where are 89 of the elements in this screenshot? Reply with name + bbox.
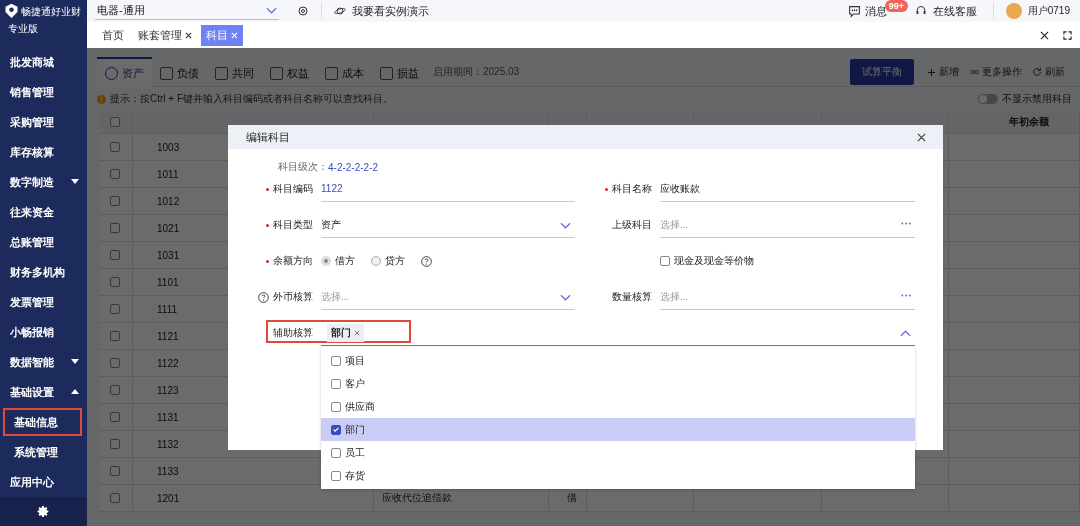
help-icon[interactable]	[421, 255, 432, 267]
field-label: 余额方向	[273, 254, 313, 268]
sidebar-item[interactable]: 批发商城	[0, 47, 83, 77]
checkbox[interactable]	[110, 169, 120, 179]
logo-text: 畅捷通好业财	[21, 5, 81, 19]
sidebar-item[interactable]: 往来资金	[0, 197, 83, 227]
checkbox[interactable]	[110, 250, 120, 260]
sidebar-item[interactable]: 系统管理	[0, 437, 83, 467]
sidebar-item[interactable]: 财务多机构	[0, 257, 83, 287]
field-label: 上级科目	[612, 218, 652, 232]
sidebar-item[interactable]: 基础信息	[2, 407, 83, 437]
checkbox[interactable]	[331, 447, 341, 458]
hint-text: 提示：按Ctrl + F键并输入科目编码或者科目名称可以查找科目。	[110, 92, 394, 106]
checkbox[interactable]	[110, 196, 120, 206]
radio-option[interactable]: 借方	[321, 254, 355, 268]
account-set-select[interactable]: 电器-通用	[95, 2, 279, 20]
chevron-down-icon	[266, 7, 277, 14]
checkbox[interactable]	[110, 358, 120, 368]
sidebar-item[interactable]: 数字制造	[0, 167, 83, 197]
checkbox-label: 现金及现金等价物	[674, 254, 754, 268]
chevron-down-icon	[560, 222, 571, 229]
info-icon	[97, 94, 106, 104]
selected-tag[interactable]: 部门	[327, 323, 364, 342]
checkbox[interactable]	[110, 277, 120, 287]
user-name[interactable]: 用户0719	[1027, 4, 1070, 18]
ellipsis-icon[interactable]	[901, 222, 911, 225]
close-icon[interactable]	[917, 132, 926, 142]
planet-icon	[334, 5, 346, 17]
message-count-badge: 99+	[884, 0, 909, 12]
sidebar-item[interactable]: 基础设置	[0, 377, 83, 407]
toggle-switch[interactable]	[978, 94, 998, 104]
headset-icon[interactable]	[914, 5, 927, 17]
fullscreen-icon[interactable]	[1063, 30, 1072, 40]
plus-icon	[927, 67, 936, 77]
chevron-down-icon	[560, 294, 571, 301]
field-label: 科目名称	[612, 182, 652, 196]
checkbox[interactable]	[110, 493, 120, 503]
checkbox[interactable]	[110, 304, 120, 314]
ellipsis-icon[interactable]	[901, 294, 911, 297]
sidebar-item[interactable]: 数据智能	[0, 347, 83, 377]
checkbox[interactable]	[110, 117, 120, 127]
demo-link[interactable]: 我要看实例演示	[352, 3, 429, 19]
avatar[interactable]	[1005, 3, 1022, 19]
settings-icon[interactable]	[37, 505, 50, 518]
checkbox[interactable]	[331, 401, 341, 412]
refresh-icon	[1032, 67, 1042, 77]
toggle-label: 不显示禁用科目	[1002, 92, 1072, 106]
checkbox[interactable]	[110, 412, 120, 422]
logo-icon	[4, 3, 19, 18]
close-icon[interactable]	[185, 31, 192, 39]
checkbox[interactable]	[110, 385, 120, 395]
level-label: 科目级次：	[278, 160, 328, 174]
checkbox[interactable]	[331, 424, 341, 435]
field-label: 科目类型	[273, 218, 313, 232]
page-tab[interactable]: 账套管理	[133, 24, 197, 46]
field-label: 数量核算	[612, 290, 652, 304]
column-header: 年初余额	[949, 111, 1080, 133]
sidebar-item[interactable]: 小畅报销	[0, 317, 83, 347]
radio-option[interactable]: 贷方	[371, 254, 405, 268]
checkbox[interactable]	[331, 378, 341, 389]
page-tab[interactable]: 首页	[97, 24, 129, 46]
period-label: 启用期间：2025.03	[433, 65, 520, 79]
help-icon[interactable]	[258, 291, 269, 303]
checkbox[interactable]	[110, 142, 120, 152]
checkbox[interactable]	[331, 355, 341, 366]
select-field[interactable]: 资产	[321, 212, 575, 238]
messages-link[interactable]: 消息	[864, 3, 887, 19]
input-field[interactable]: 应收账款	[660, 176, 915, 202]
checkbox[interactable]	[110, 439, 120, 449]
chat-icon[interactable]	[847, 4, 861, 18]
support-link[interactable]: 在线客服	[932, 3, 977, 19]
sidebar-item[interactable]: 应用中心	[0, 467, 83, 497]
sidebar-item[interactable]: 采购管理	[0, 107, 83, 137]
sidebar-item[interactable]: 发票管理	[0, 287, 83, 317]
close-icon[interactable]	[1040, 30, 1049, 40]
sidebar-item[interactable]: 库存核算	[0, 137, 83, 167]
sidebar-item[interactable]: 销售管理	[0, 77, 83, 107]
checkbox[interactable]	[660, 256, 670, 266]
checkbox[interactable]	[110, 223, 120, 233]
checkbox[interactable]	[110, 466, 120, 476]
settings-icon[interactable]	[297, 5, 309, 17]
dropdown-option[interactable]: 部门	[321, 418, 915, 441]
edition-label: 专业版	[8, 22, 38, 36]
field-label: 辅助核算	[273, 326, 313, 340]
link-icon	[969, 67, 979, 77]
sidebar-item[interactable]: 总账管理	[0, 227, 83, 257]
input-field[interactable]: 1122	[321, 176, 575, 202]
checkbox[interactable]	[110, 331, 120, 341]
checkbox[interactable]	[331, 470, 341, 481]
